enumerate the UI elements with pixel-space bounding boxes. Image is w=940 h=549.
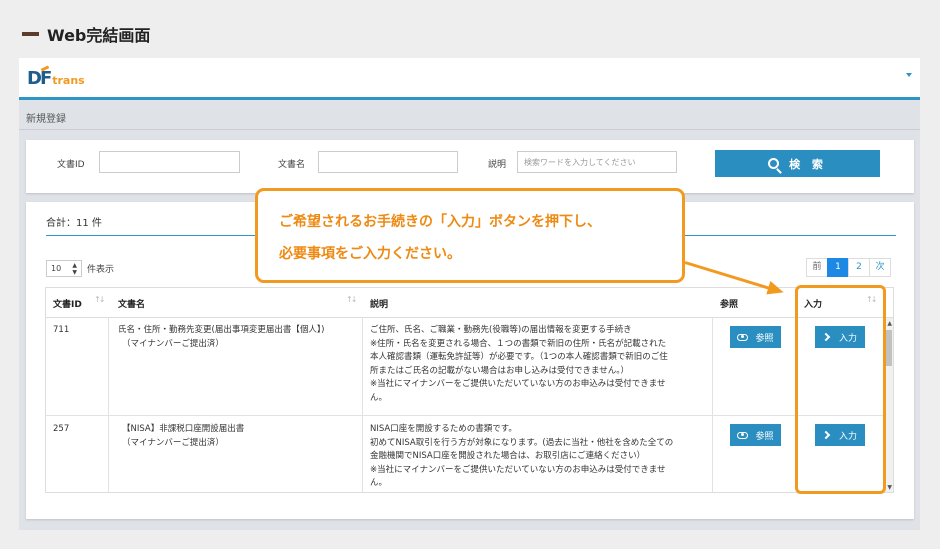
doc-name-input[interactable]: [318, 151, 458, 173]
doc-id: 257: [53, 424, 70, 434]
desc-line: NISA口座を開設するための書類です。: [370, 424, 517, 434]
desc-line: ※住所・氏名を変更される場合、１つの書類で新旧の住所・氏名が記載された: [370, 338, 667, 349]
breadcrumb-label: 新規登録: [26, 114, 66, 125]
pager-page-1[interactable]: 1: [827, 258, 849, 277]
reference-button-label: 参照: [755, 333, 774, 344]
desc-line: 所またはご氏名の記載がない場合はお申し込みは受付できません。）: [370, 365, 629, 376]
doc-name-line: 【NISA】非課税口座開設届出書: [122, 424, 245, 434]
table-row: 257 【NISA】非課税口座開設届出書 （マイナンバーご提出済） NISA口座…: [46, 416, 886, 492]
per-page-select[interactable]: 10 ▲ ▼: [46, 260, 82, 277]
desc-line: ご住所、氏名、ご職業・勤務先(役職等)の届出情報を変更する手続き: [370, 325, 632, 335]
doc-name-line: （マイナンバーご提出済）: [122, 338, 224, 349]
reference-button-label: 参照: [755, 431, 774, 442]
user-menu-caret-icon[interactable]: [906, 73, 912, 77]
pager-page-2[interactable]: 2: [848, 258, 870, 277]
doc-id: 711: [53, 325, 70, 335]
doc-name: 氏名・住所・勤務先変更(届出事項変更届出書【個人】) （マイナンバーご提出済）: [118, 324, 358, 351]
heading-bar: [22, 32, 39, 36]
doc-name-label: 文書名: [278, 160, 306, 170]
doc-name: 【NISA】非課税口座開設届出書 （マイナンバーご提出済）: [122, 423, 358, 450]
page-heading-text: Web完結画面: [47, 26, 151, 45]
description-label: 説明: [488, 160, 507, 170]
per-page-suffix: 件表示: [87, 265, 115, 275]
doc-id-label: 文書ID: [57, 160, 85, 170]
reference-button[interactable]: 参照: [730, 326, 781, 348]
doc-description: ご住所、氏名、ご職業・勤務先(役職等)の届出情報を変更する手続き ※住所・氏名を…: [370, 324, 710, 405]
scroll-up-icon[interactable]: ▲: [887, 320, 892, 327]
search-button[interactable]: 検 索: [715, 150, 880, 177]
desc-line: ※当社にマイナンバーをご提供いただいていない方のお申込みは受付できませ: [370, 464, 666, 475]
desc-line: ん。: [370, 392, 388, 403]
doc-description: NISA口座を開設するための書類です。 初めてNISA取引を行う方が対象になりま…: [370, 423, 710, 491]
eye-icon: [737, 431, 749, 439]
desc-line: 初めてNISA取引を行う方が対象になります。(過去に当社・他社を含めた全ての: [370, 437, 674, 448]
header-doc-name[interactable]: 文書名: [118, 297, 145, 310]
total-count: 合計：11 件: [46, 218, 102, 229]
header-reference: 参照: [720, 300, 739, 310]
doc-name-line: （マイナンバーご提出済）: [122, 437, 224, 448]
pager-next[interactable]: 次: [869, 258, 891, 277]
table-row: 711 氏名・住所・勤務先変更(届出事項変更届出書【個人】) （マイナンバーご提…: [46, 318, 886, 416]
sort-icon[interactable]: ↑↓: [94, 295, 105, 304]
per-page-control: 10 ▲ ▼ 件表示: [46, 260, 114, 277]
desc-line: ※当社にマイナンバーをご提供いただいていない方のお申込みは受付できませ: [370, 379, 666, 389]
doc-name-line: 氏名・住所・勤務先変更(届出事項変更届出書【個人】): [118, 325, 325, 335]
input-column-highlight: [795, 285, 886, 494]
breadcrumb: 新規登録: [19, 103, 920, 130]
header-doc-id[interactable]: 文書ID: [53, 297, 82, 310]
scrollbar-thumb[interactable]: [886, 330, 892, 366]
search-icon: [768, 158, 780, 169]
description-input[interactable]: 検索ワードを入力してください: [517, 151, 677, 173]
select-arrows-icon: ▲ ▼: [72, 261, 77, 276]
doc-id-input[interactable]: [99, 151, 240, 173]
callout-line-1: ご希望されるお手続きの「入力」ボタンを押下し、: [279, 214, 601, 230]
document-table: 文書ID ↑↓ 文書名 ↑↓ 説明 参照 入力 ↑↓ 711 氏名・住所・勤務先…: [45, 287, 894, 493]
top-bar: D Ftrans: [19, 58, 920, 100]
desc-line: ん。: [370, 478, 388, 488]
search-button-label: 検 索: [789, 157, 827, 171]
scroll-down-icon[interactable]: ▼: [887, 484, 892, 491]
logo-trans: trans: [52, 74, 85, 87]
header-description: 説明: [370, 300, 389, 310]
desc-line: 本人確認書類（運転免許証等）が必要です。（1つの本人確認書類で新旧のご住: [370, 352, 668, 362]
search-panel: 文書ID 文書名 説明 検索ワードを入力してください 検 索: [26, 140, 914, 193]
per-page-value: 10: [51, 264, 62, 273]
logo-f: F: [39, 68, 53, 89]
pagination: 前 1 2 次: [806, 258, 891, 277]
page-heading: Web完結画面: [22, 22, 150, 46]
desc-line: 金融機関でNISA口座を開設された場合は、お取引店にご連絡ください）: [370, 451, 646, 461]
logo[interactable]: D Ftrans: [27, 68, 85, 89]
pager-prev[interactable]: 前: [806, 258, 828, 277]
reference-button[interactable]: 参照: [730, 424, 781, 446]
app-window: D Ftrans 新規登録 文書ID 文書名 説明 検索ワードを入力してください …: [19, 58, 920, 530]
eye-icon: [737, 333, 749, 341]
instruction-callout: ご希望されるお手続きの「入力」ボタンを押下し、 必要事項をご入力ください。: [255, 188, 685, 283]
callout-line-2: 必要事項をご入力ください。: [279, 246, 461, 262]
sort-icon[interactable]: ↑↓: [346, 295, 357, 304]
